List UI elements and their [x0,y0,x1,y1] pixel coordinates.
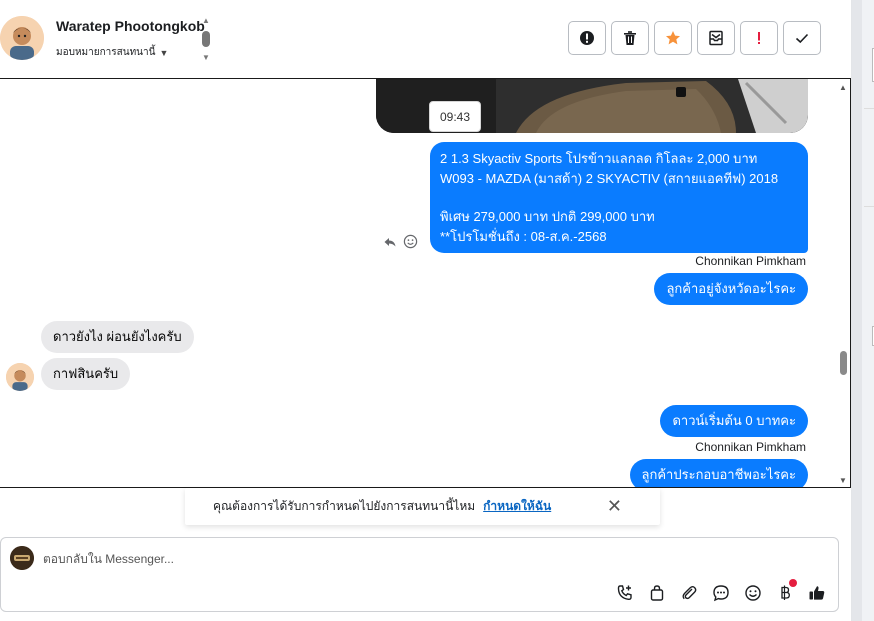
incoming-message[interactable]: กาฟสินครับ [41,358,131,390]
header-scroller[interactable]: ▲ ▼ [200,16,212,62]
contact-avatar-small[interactable] [6,363,34,391]
spam-report-button[interactable] [568,21,606,55]
arrow-down-icon[interactable]: ▼ [202,53,210,62]
archive-button[interactable] [697,21,735,55]
check-icon [795,33,809,44]
shopping-bag-icon[interactable] [645,581,669,605]
arrow-up-icon[interactable]: ▲ [202,16,210,25]
product-line-2: W093 - MAZDA (มาสด้า) 2 SKYACTIV (สกายแอ… [440,171,779,186]
archive-icon [709,30,723,46]
thread-scrollbar[interactable]: ▲ ▼ [836,79,850,487]
mark-important-button[interactable] [740,21,778,55]
paperclip-icon[interactable] [677,581,701,605]
close-icon[interactable]: ✕ [607,497,622,515]
contact-name[interactable]: Waratep Phootongkob [56,18,205,34]
conversation-toolbar [568,21,821,55]
chat-bubble-icon[interactable] [709,581,733,605]
outgoing-message[interactable]: ดาวน์เริ่มต้น 0 บาทคะ [660,405,808,437]
trash-icon [624,31,636,45]
notification-dot [789,579,797,587]
caret-down-icon: ▼ [159,47,169,58]
message-actions [383,234,418,249]
star-button[interactable] [654,21,692,55]
messenger-inbox: Waratep Phootongkob มอบหมายการสนทนานี้ ▼… [0,0,874,621]
product-line-1: 2 1.3 Skyactiv Sports โปรข้าวแลกลด กิโลล… [440,151,758,166]
scroll-down-icon[interactable]: ▼ [839,476,847,485]
emoji-icon[interactable] [741,581,765,605]
assign-conversation-dropdown[interactable]: มอบหมายการสนทนานี้ ▼ [56,45,168,60]
divider [864,206,874,207]
baht-icon[interactable] [773,579,797,605]
scroll-thumb[interactable] [840,351,847,375]
assign-to-me-link[interactable]: กำหนดให้ฉัน [483,497,551,516]
product-message-bubble[interactable]: 2 1.3 Skyactiv Sports โปรข้าวแลกลด กิโลล… [430,142,808,253]
assignment-prompt-text: คุณต้องการได้รับการกำหนดไปยังการสนทนานี้… [213,499,476,513]
product-line-3: พิเศษ 279,000 บาท ปกติ 299,000 บาท [440,209,655,224]
product-line-4: **โปรโมชั่นถึง : 08-ส.ค.-2568 [440,229,607,244]
outgoing-message[interactable]: ลูกค้าประกอบอาชีพอะไรคะ [629,459,808,487]
side-panel-divider [852,0,862,621]
page-avatar [10,546,34,570]
exclamation-icon [758,32,760,44]
star-icon [666,31,680,45]
photo-timestamp: 09:43 [429,101,481,132]
react-emoji-icon[interactable] [403,234,418,249]
sender-name: Chonnikan Pimkham [695,254,806,268]
thumbs-up-icon[interactable] [805,581,829,605]
sender-name: Chonnikan Pimkham [695,440,806,454]
outgoing-message[interactable]: ลูกค้าอยู่จังหวัดอะไรคะ [654,273,808,305]
exclamation-circle-icon [580,31,594,45]
reply-input[interactable] [43,549,543,569]
mark-done-button[interactable] [783,21,821,55]
composer-toolbar [613,579,829,605]
divider [864,108,874,109]
reply-icon[interactable] [383,235,397,249]
message-thread[interactable]: 09:43 2 1.3 Skyactiv Sports โปรข้าวแลกลด… [0,78,851,488]
incoming-message[interactable]: ดาวยังไง ผ่อนยังไงครับ [41,321,194,353]
reply-composer [0,537,839,612]
conversation-header: Waratep Phootongkob มอบหมายการสนทนานี้ ▼… [0,0,850,78]
contact-avatar[interactable] [0,16,44,60]
scroll-up-icon[interactable]: ▲ [839,83,847,92]
header-scroll-thumb[interactable] [202,31,210,47]
assignment-prompt: คุณต้องการได้รับการกำหนดไปยังการสนทนานี้… [185,488,660,525]
delete-button[interactable] [611,21,649,55]
phone-plus-icon[interactable] [613,581,637,605]
side-panel-edge [851,0,874,621]
assign-label: มอบหมายการสนทนานี้ [56,47,156,58]
